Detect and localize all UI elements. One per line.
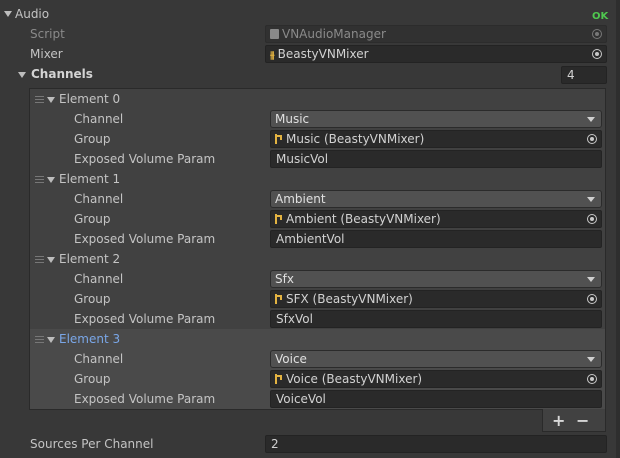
- drag-handle-icon[interactable]: [35, 336, 44, 343]
- dropdown-arrow-icon: [587, 117, 595, 122]
- element-3-channel-value: Voice: [275, 352, 307, 366]
- drag-handle-icon[interactable]: [35, 256, 44, 263]
- mixer-value: BeastyVNMixer: [277, 47, 369, 61]
- dropdown-arrow-icon: [587, 197, 595, 202]
- script-object-field: VNAudioManager: [265, 25, 607, 43]
- element-0-channel-dropdown[interactable]: Music: [270, 110, 602, 128]
- element-2-title[interactable]: Element 2: [59, 249, 120, 269]
- audio-mixer-icon: ⫵: [270, 50, 275, 61]
- mixer-group-icon: [275, 214, 282, 224]
- mixer-label: Mixer: [30, 47, 63, 61]
- element-2-param-field[interactable]: SfxVol: [270, 310, 602, 328]
- drag-handle-icon[interactable]: [35, 96, 44, 103]
- element-3-group-label: Group: [74, 372, 111, 386]
- script-value: VNAudioManager: [282, 27, 386, 41]
- sources-per-channel-label: Sources Per Channel: [30, 437, 154, 451]
- element-2-foldout-arrow-icon[interactable]: [47, 257, 55, 263]
- element-0-group-label: Group: [74, 132, 111, 146]
- element-1-group-label: Group: [74, 212, 111, 226]
- element-1-foldout-arrow-icon[interactable]: [47, 177, 55, 183]
- element-2-group-label: Group: [74, 292, 111, 306]
- element-1-channel-dropdown[interactable]: Ambient: [270, 190, 602, 208]
- element-3-group-value: Voice (BeastyVNMixer): [286, 372, 423, 386]
- channels-foldout-arrow-icon[interactable]: [18, 72, 26, 78]
- dropdown-arrow-icon: [587, 357, 595, 362]
- element-3-param-field[interactable]: VoiceVol: [270, 390, 602, 408]
- dropdown-arrow-icon: [587, 277, 595, 282]
- scrollbar-track[interactable]: [616, 0, 620, 458]
- group-picker-icon[interactable]: [587, 214, 597, 224]
- element-0-group-field[interactable]: Music (BeastyVNMixer): [270, 130, 602, 148]
- script-picker-icon: [592, 29, 602, 39]
- element-1-param-field[interactable]: AmbientVol: [270, 230, 602, 248]
- group-picker-icon[interactable]: [587, 294, 597, 304]
- inspector-panel: Audio OK Script VNAudioManager Mixer ⫵ Be…: [0, 0, 620, 458]
- mixer-picker-icon[interactable]: [592, 49, 602, 59]
- element-0-channel-label: Channel: [74, 112, 124, 126]
- drag-handle-icon[interactable]: [35, 176, 44, 183]
- element-1-channel-label: Channel: [74, 192, 124, 206]
- component-title[interactable]: Audio: [15, 4, 49, 24]
- element-0-title[interactable]: Element 0: [59, 89, 120, 109]
- mixer-group-icon: [275, 294, 282, 304]
- element-3-foldout-arrow-icon[interactable]: [47, 337, 55, 343]
- remove-element-button[interactable]: −: [576, 413, 589, 429]
- element-3-group-field[interactable]: Voice (BeastyVNMixer): [270, 370, 602, 388]
- group-picker-icon[interactable]: [587, 374, 597, 384]
- element-2-group-field[interactable]: SFX (BeastyVNMixer): [270, 290, 602, 308]
- mixer-object-field[interactable]: ⫵ BeastyVNMixer: [265, 45, 607, 63]
- element-1-group-field[interactable]: Ambient (BeastyVNMixer): [270, 210, 602, 228]
- element-3-title[interactable]: Element 3: [59, 329, 120, 349]
- add-element-button[interactable]: +: [552, 413, 565, 429]
- element-2-channel-value: Sfx: [275, 272, 294, 286]
- channels-size-field[interactable]: 4: [561, 66, 607, 84]
- channels-label[interactable]: Channels: [31, 64, 93, 84]
- element-2-channel-dropdown[interactable]: Sfx: [270, 270, 602, 288]
- mixer-group-icon: [275, 374, 282, 384]
- group-picker-icon[interactable]: [587, 134, 597, 144]
- element-3-channel-label: Channel: [74, 352, 124, 366]
- element-3-param-label: Exposed Volume Param: [74, 392, 216, 406]
- element-1-param-label: Exposed Volume Param: [74, 232, 216, 246]
- script-icon: [270, 29, 279, 39]
- element-2-group-value: SFX (BeastyVNMixer): [286, 292, 413, 306]
- element-0-param-field[interactable]: MusicVol: [270, 150, 602, 168]
- audio-foldout-arrow-icon[interactable]: [4, 11, 12, 17]
- element-0-param-label: Exposed Volume Param: [74, 152, 216, 166]
- sources-per-channel-field[interactable]: 2: [265, 435, 607, 453]
- element-0-foldout-arrow-icon[interactable]: [47, 97, 55, 103]
- element-0-group-value: Music (BeastyVNMixer): [286, 132, 425, 146]
- element-1-channel-value: Ambient: [275, 192, 326, 206]
- element-1-group-value: Ambient (BeastyVNMixer): [286, 212, 441, 226]
- element-0-channel-value: Music: [275, 112, 310, 126]
- element-3-channel-dropdown[interactable]: Voice: [270, 350, 602, 368]
- mixer-group-icon: [275, 134, 282, 144]
- script-label: Script: [30, 27, 65, 41]
- element-2-param-label: Exposed Volume Param: [74, 312, 216, 326]
- element-2-channel-label: Channel: [74, 272, 124, 286]
- element-1-title[interactable]: Element 1: [59, 169, 120, 189]
- ok-status-badge: OK: [592, 11, 609, 22]
